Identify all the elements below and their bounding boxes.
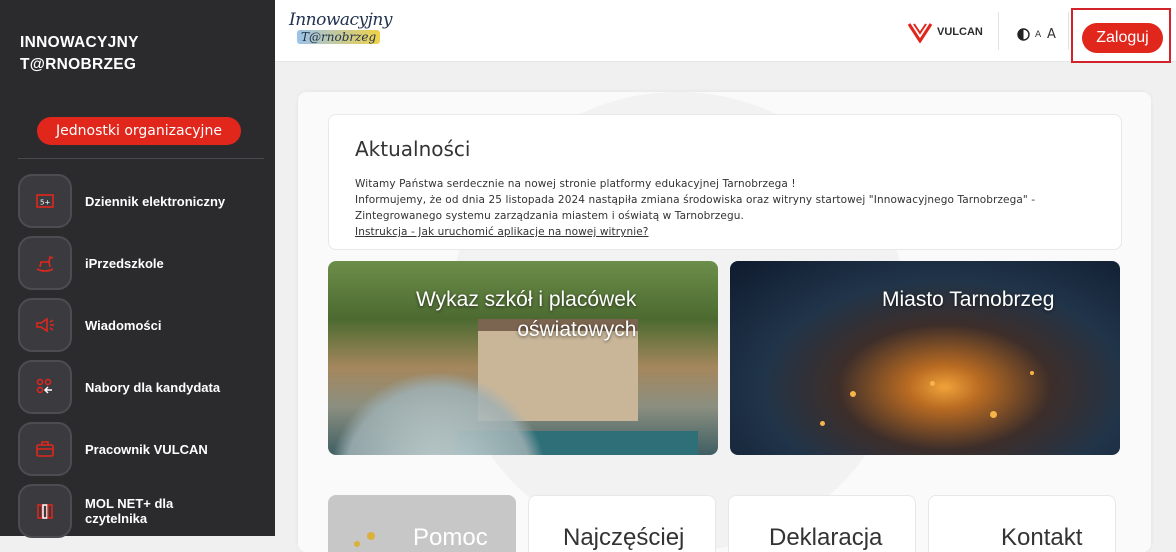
- help-card[interactable]: Pomoc: [328, 495, 516, 552]
- city-tile-title: Miasto Tarnobrzeg: [882, 288, 1055, 311]
- news-line: Informujemy, że od dnia 25 listopada 202…: [355, 194, 1036, 206]
- sidebar-item-label: Dziennik elektroniczny: [85, 193, 226, 209]
- login-highlight: Zaloguj: [1071, 8, 1171, 63]
- vulcan-v-icon: [907, 23, 933, 43]
- declaration-card-label: Deklaracja: [769, 524, 883, 551]
- sidebar-divider: [18, 158, 264, 159]
- megaphone-icon: [36, 317, 54, 333]
- help-card-label: Pomoc: [413, 524, 488, 551]
- svg-text:5+: 5+: [40, 199, 50, 207]
- sidebar-item-messages[interactable]: Wiadomości: [18, 298, 268, 352]
- rocking-horse-icon: [36, 255, 54, 272]
- brand-line-1: INNOWACYJNY: [20, 34, 139, 51]
- sidebar-item-label: Pracownik VULCAN: [85, 441, 208, 457]
- main-content: Aktualności Witamy Państwa serdecznie na…: [298, 92, 1151, 552]
- contact-card-label: Kontakt: [1001, 524, 1083, 551]
- sidebar: INNOWACYJNY T@RNOBRZEG Jednostki organiz…: [0, 0, 275, 538]
- sidebar-item-label: Wiadomości: [85, 317, 162, 333]
- brand-line-2: T@RNOBRZEG: [20, 56, 137, 73]
- vulcan-logo[interactable]: VULCAN: [907, 20, 983, 44]
- news-line: Witamy Państwa serdecznie na nowej stron…: [355, 178, 796, 190]
- top-bar: Innowacyjny T@rnobrzeg VULCAN A A Zalogu…: [275, 0, 1176, 63]
- site-logo[interactable]: Innowacyjny T@rnobrzeg: [289, 6, 392, 56]
- books-icon: [37, 504, 53, 519]
- faq-card[interactable]: Najczęściej: [528, 495, 716, 552]
- news-panel: Aktualności Witamy Państwa serdecznie na…: [328, 114, 1122, 250]
- briefcase-icon: [36, 441, 54, 457]
- city-tile[interactable]: Miasto Tarnobrzeg: [730, 261, 1120, 455]
- faq-card-label: Najczęściej: [563, 524, 685, 551]
- sparkle-icon: [354, 532, 375, 547]
- header-divider: [1068, 12, 1069, 50]
- gradebook-icon: 5+: [36, 194, 54, 208]
- contrast-icon[interactable]: [1017, 28, 1030, 41]
- schools-list-tile[interactable]: Wykaz szkół i placówek oświatowych: [328, 261, 718, 455]
- sidebar-item-molnet[interactable]: MOL NET+ dla czytelnika: [18, 484, 268, 538]
- news-body: Witamy Państwa serdecznie na nowej stron…: [355, 176, 1115, 240]
- font-size-large-button[interactable]: A: [1047, 27, 1056, 42]
- sidebar-item-gradebook[interactable]: 5+ Dziennik elektroniczny: [18, 174, 268, 228]
- sidebar-item-preschool[interactable]: iPrzedszkole: [18, 236, 268, 290]
- sidebar-item-label: iPrzedszkole: [85, 255, 164, 271]
- sidebar-item-label: Nabory dla kandydata: [85, 379, 221, 395]
- declaration-card[interactable]: Deklaracja: [728, 495, 916, 552]
- contact-card[interactable]: Kontakt: [928, 495, 1116, 552]
- sidebar-item-vulcan-employee[interactable]: Pracownik VULCAN: [18, 422, 268, 476]
- login-button[interactable]: Zaloguj: [1082, 23, 1163, 53]
- schools-tile-title: Wykaz szkół i placówek oświatowych: [416, 288, 637, 341]
- news-line: Zintegrowanego systemu zarządzania miast…: [355, 210, 744, 222]
- instructions-link[interactable]: Instrukcja - Jak uruchomić aplikacje na …: [355, 224, 1115, 240]
- recruitment-icon: [36, 378, 52, 394]
- organizational-units-button[interactable]: Jednostki organizacyjne: [37, 117, 241, 145]
- font-size-small-button[interactable]: A: [1035, 30, 1041, 40]
- news-title: Aktualności: [355, 137, 471, 161]
- sidebar-item-recruitment[interactable]: Nabory dla kandydata: [18, 360, 268, 414]
- brand-title[interactable]: INNOWACYJNY T@RNOBRZEG: [20, 32, 139, 76]
- header-divider: [998, 12, 999, 50]
- vulcan-label: VULCAN: [937, 26, 983, 38]
- sidebar-item-label: MOL NET+ dla czytelnika: [85, 496, 174, 526]
- logo-line-2: T@rnobrzeg: [297, 30, 381, 44]
- logo-line-1: Innowacyjny: [289, 10, 392, 30]
